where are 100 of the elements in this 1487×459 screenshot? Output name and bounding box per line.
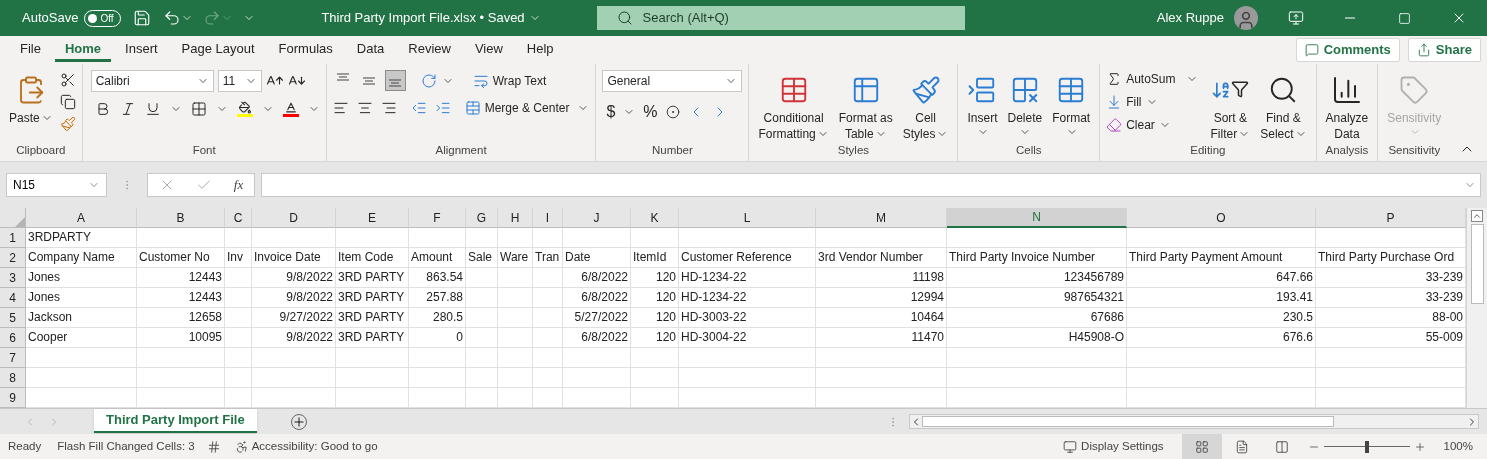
align-center-icon[interactable] xyxy=(356,100,373,116)
find-select-button[interactable]: Find & Select xyxy=(1257,70,1310,142)
accessibility-status[interactable]: Accessibility: Good to go xyxy=(234,437,378,456)
copy-icon[interactable] xyxy=(59,94,76,110)
column-header[interactable]: J xyxy=(563,208,631,228)
align-left-icon[interactable] xyxy=(332,100,349,116)
table-cell: 3RDPARTY xyxy=(26,228,137,248)
wrap-text-button[interactable]: Wrap Text xyxy=(472,71,547,90)
fill-button[interactable]: Fill xyxy=(1106,93,1198,111)
name-box[interactable]: N15 xyxy=(6,173,107,197)
ribbon-button[interactable]: Format xyxy=(1049,70,1094,138)
percent-button[interactable]: % xyxy=(643,100,658,124)
borders-icon[interactable] xyxy=(190,101,207,117)
ribbon-tab[interactable]: Formulas xyxy=(268,38,343,62)
ribbon-tab[interactable]: View xyxy=(464,38,513,62)
column-header[interactable]: A xyxy=(26,208,137,228)
column-header[interactable]: E xyxy=(336,208,409,228)
format-painter-icon[interactable] xyxy=(59,116,76,132)
undo-icon[interactable] xyxy=(163,9,182,27)
row-header[interactable]: 5 xyxy=(0,308,26,328)
column-header[interactable]: C xyxy=(225,208,252,228)
maximize-icon[interactable] xyxy=(1398,11,1411,25)
table-cell: 3RD PARTY xyxy=(336,288,409,308)
row-header[interactable]: 9 xyxy=(0,388,26,408)
scroll-up-icon[interactable] xyxy=(1471,210,1483,222)
orientation-icon[interactable] xyxy=(420,72,437,89)
paste-button[interactable]: Paste xyxy=(6,70,56,126)
comments-button[interactable]: Comments xyxy=(1295,38,1400,62)
sort-filter-button[interactable]: Sort & Filter xyxy=(1207,70,1254,142)
ribbon-tab[interactable]: File xyxy=(10,38,51,62)
column-header[interactable]: K xyxy=(631,208,679,228)
column-header[interactable]: I xyxy=(533,208,563,228)
scroll-thumb[interactable] xyxy=(922,416,1334,427)
table-cell xyxy=(466,288,498,308)
font-size-field[interactable]: 11 xyxy=(217,70,262,92)
table-cell xyxy=(631,368,679,388)
increase-indent-icon[interactable] xyxy=(434,100,451,116)
row-header[interactable]: 3 xyxy=(0,268,26,288)
ribbon-tab[interactable]: Insert xyxy=(115,38,168,62)
row-header[interactable]: 2 xyxy=(0,248,26,268)
underline-icon[interactable] xyxy=(144,101,161,117)
table-cell xyxy=(466,268,498,288)
sheet-tab[interactable]: Third Party Import File xyxy=(94,408,257,433)
align-right-icon[interactable] xyxy=(380,100,397,116)
align-middle-icon xyxy=(362,76,377,85)
fill-color-icon[interactable] xyxy=(236,101,253,117)
ribbon-button[interactable]: Conditional Formatting xyxy=(755,70,832,142)
ribbon-button[interactable]: Format as Table xyxy=(835,70,896,142)
currency-button[interactable]: $ xyxy=(606,100,616,124)
zoom-in-icon[interactable] xyxy=(1413,440,1426,453)
macro-icon[interactable] xyxy=(206,439,221,454)
column-header[interactable]: G xyxy=(466,208,498,228)
ribbon-tab[interactable]: Page Layout xyxy=(171,38,265,62)
ribbon-button[interactable]: Cell Styles xyxy=(899,70,952,142)
table-cell xyxy=(225,328,252,348)
insert-function-button[interactable]: fx xyxy=(233,175,244,195)
autosum-button[interactable]: AutoSum xyxy=(1106,70,1198,88)
font-name-field[interactable]: Calibri xyxy=(90,70,214,92)
ribbon-display-icon[interactable] xyxy=(1288,10,1304,26)
column-header[interactable]: B xyxy=(137,208,225,228)
normal-view-button[interactable] xyxy=(1181,434,1222,459)
number-format-field[interactable]: General xyxy=(602,70,743,92)
row-header[interactable]: 1 xyxy=(0,228,26,248)
merge-center-button[interactable]: Merge & Center xyxy=(464,99,590,117)
zoom-slider-thumb[interactable] xyxy=(1364,440,1369,453)
display-settings-button[interactable]: Display Settings xyxy=(1063,437,1164,456)
comma-style-icon[interactable] xyxy=(665,105,680,119)
row-header[interactable]: 6 xyxy=(0,328,26,348)
ribbon-tab[interactable]: Help xyxy=(516,38,564,62)
column-header[interactable]: O xyxy=(1127,208,1316,228)
align-top-icon xyxy=(336,73,351,81)
analyze-data-button[interactable]: Analyze Data xyxy=(1322,70,1372,142)
table-cell xyxy=(225,268,252,288)
column-header[interactable]: F xyxy=(409,208,466,228)
save-icon[interactable] xyxy=(133,9,152,27)
column-header[interactable]: L xyxy=(679,208,816,228)
document-title[interactable]: Third Party Import File.xlsx • Saved xyxy=(321,8,541,28)
vertical-align-button[interactable] xyxy=(384,70,406,91)
row-header[interactable]: 7 xyxy=(0,348,26,368)
clear-button[interactable]: Clear xyxy=(1106,116,1198,134)
row-header[interactable]: 4 xyxy=(0,288,26,308)
avatar[interactable] xyxy=(1234,6,1258,30)
font-color-icon[interactable] xyxy=(282,101,299,117)
ribbon-button[interactable]: Delete xyxy=(1004,70,1046,138)
ribbon-tab[interactable]: Data xyxy=(346,38,395,62)
column-header[interactable]: H xyxy=(498,208,533,228)
decrease-indent-icon[interactable] xyxy=(410,100,427,116)
column-header[interactable]: N xyxy=(947,208,1127,228)
zoom-level[interactable]: 100% xyxy=(1443,437,1473,456)
ribbon-button[interactable]: Insert xyxy=(964,70,1001,138)
column-header[interactable]: D xyxy=(252,208,336,228)
scissors-icon[interactable] xyxy=(59,72,76,88)
scroll-thumb[interactable] xyxy=(1470,224,1484,304)
redo-icon[interactable] xyxy=(203,9,222,27)
ribbon-tab[interactable]: Review xyxy=(398,38,461,62)
group-label: Number xyxy=(650,142,694,158)
search-field[interactable]: Search (Alt+Q) xyxy=(596,6,965,30)
share-button[interactable]: Share xyxy=(1407,38,1481,62)
row-header[interactable]: 8 xyxy=(0,368,26,388)
formula-field[interactable] xyxy=(261,173,1481,197)
